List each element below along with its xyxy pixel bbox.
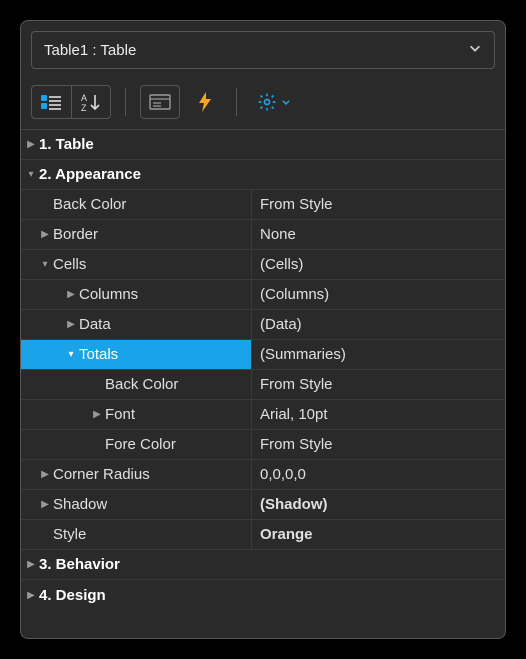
property-grid-panel: Table1 : Table A Z: [20, 20, 506, 639]
expand-icon[interactable]: ▶: [63, 289, 79, 300]
expand-icon[interactable]: ▶: [23, 559, 39, 570]
property-value[interactable]: None: [251, 220, 505, 249]
toolbar-divider: [125, 88, 126, 116]
property-value[interactable]: From Style: [251, 430, 505, 459]
property-totals[interactable]: ▾ Totals (Summaries): [21, 340, 505, 370]
property-totals-fore-color[interactable]: Fore Color From Style: [21, 430, 505, 460]
alphabetical-view-button[interactable]: A Z: [71, 85, 111, 119]
category-design[interactable]: ▶ 4. Design: [21, 580, 505, 610]
property-pages-button[interactable]: [140, 85, 180, 119]
expand-icon[interactable]: ▶: [37, 499, 53, 510]
expand-icon[interactable]: ▶: [37, 469, 53, 480]
property-value[interactable]: (Summaries): [251, 340, 505, 369]
toolbar-divider: [236, 88, 237, 116]
expand-icon[interactable]: ▶: [23, 139, 39, 150]
property-value[interactable]: (Cells): [251, 250, 505, 279]
property-totals-font[interactable]: ▶ Font Arial, 10pt: [21, 400, 505, 430]
property-shadow[interactable]: ▶ Shadow (Shadow): [21, 490, 505, 520]
collapse-icon[interactable]: ▾: [63, 349, 79, 360]
property-style[interactable]: Style Orange: [21, 520, 505, 550]
expand-icon[interactable]: ▶: [63, 319, 79, 330]
property-value[interactable]: Orange: [251, 520, 505, 549]
object-selector-combo[interactable]: Table1 : Table: [31, 31, 495, 69]
property-value[interactable]: (Columns): [251, 280, 505, 309]
collapse-icon[interactable]: ▾: [37, 259, 53, 270]
property-totals-back-color[interactable]: Back Color From Style: [21, 370, 505, 400]
events-button[interactable]: [188, 85, 222, 119]
expand-icon[interactable]: ▶: [23, 590, 39, 601]
property-value[interactable]: (Data): [251, 310, 505, 339]
property-corner-radius[interactable]: ▶ Corner Radius 0,0,0,0: [21, 460, 505, 490]
svg-text:Z: Z: [81, 103, 87, 112]
toolbar: A Z: [21, 79, 505, 130]
category-appearance[interactable]: ▾ 2. Appearance: [21, 160, 505, 190]
property-cells[interactable]: ▾ Cells (Cells): [21, 250, 505, 280]
category-table[interactable]: ▶ 1. Table: [21, 130, 505, 160]
settings-dropdown-button[interactable]: [251, 85, 297, 119]
property-value[interactable]: (Shadow): [251, 490, 505, 519]
expand-icon[interactable]: ▶: [37, 229, 53, 240]
property-border[interactable]: ▶ Border None: [21, 220, 505, 250]
object-selector-text: Table1 : Table: [44, 42, 136, 59]
property-data[interactable]: ▶ Data (Data): [21, 310, 505, 340]
property-value[interactable]: From Style: [251, 370, 505, 399]
property-columns[interactable]: ▶ Columns (Columns): [21, 280, 505, 310]
grid-empty-area: [21, 610, 505, 638]
property-grid: ▶ 1. Table ▾ 2. Appearance Back Color Fr…: [21, 130, 505, 610]
chevron-down-icon: [468, 41, 482, 59]
property-value[interactable]: From Style: [251, 190, 505, 219]
collapse-icon[interactable]: ▾: [23, 169, 39, 180]
categorized-view-button[interactable]: [31, 85, 71, 119]
expand-icon[interactable]: ▶: [89, 409, 105, 420]
property-value[interactable]: Arial, 10pt: [251, 400, 505, 429]
category-behavior[interactable]: ▶ 3. Behavior: [21, 550, 505, 580]
property-back-color[interactable]: Back Color From Style: [21, 190, 505, 220]
property-value[interactable]: 0,0,0,0: [251, 460, 505, 489]
svg-text:A: A: [81, 93, 87, 103]
